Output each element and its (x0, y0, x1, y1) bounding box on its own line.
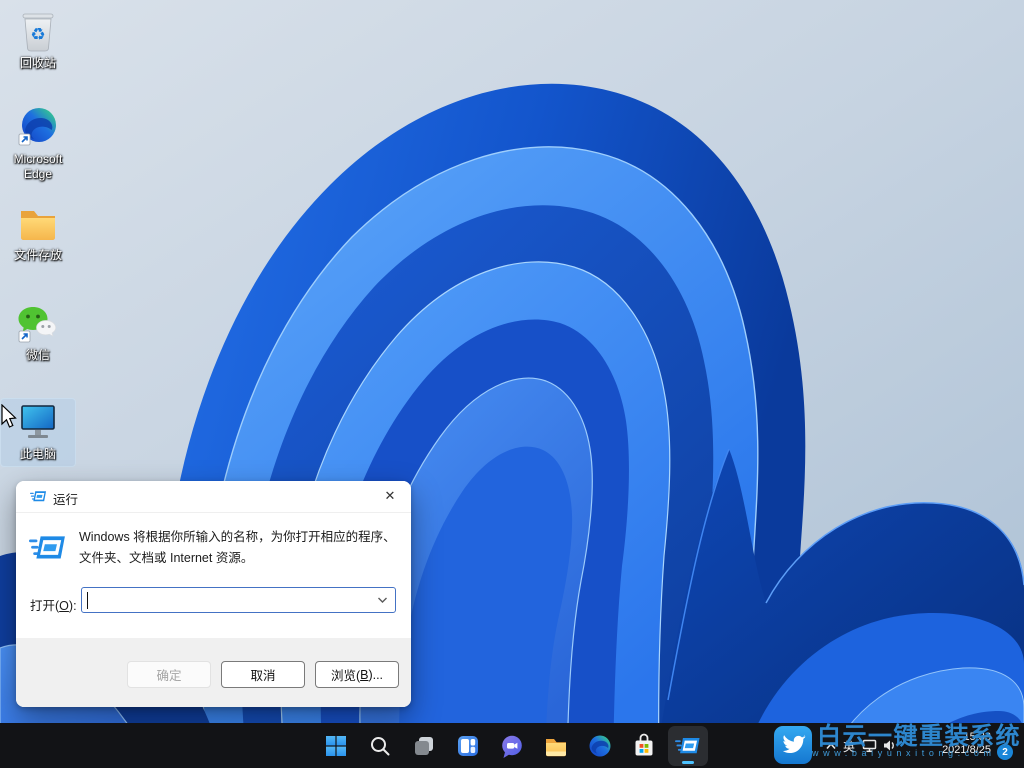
desktop-icon-files[interactable]: 文件存放 (1, 200, 75, 263)
microsoft-store-icon (632, 733, 656, 759)
taskbar-run-active[interactable] (668, 726, 708, 766)
tray-date: 2021/8/25 (942, 744, 991, 757)
desktop-icon-recycle-bin[interactable]: ♻ 回收站 (1, 8, 75, 71)
network-display-icon[interactable] (862, 739, 879, 753)
desktop-icon-label: 文件存放 (1, 248, 75, 263)
search-icon (368, 734, 392, 758)
volume-icon[interactable] (883, 739, 897, 752)
run-icon (675, 735, 701, 757)
chat-button[interactable] (490, 723, 534, 768)
search-button[interactable] (358, 723, 402, 768)
notification-badge[interactable]: 2 (997, 744, 1013, 760)
mouse-cursor (0, 404, 17, 429)
svg-text:♻: ♻ (30, 25, 45, 44)
file-explorer-button[interactable] (534, 723, 578, 768)
run-dialog-titlebar[interactable]: 运行 ✕ (16, 481, 411, 513)
run-description-line1: Windows 将根据你所输入的名称，为你打开相应的程序、 (79, 526, 396, 545)
widgets-button[interactable] (446, 723, 490, 768)
desktop-icon-label: 此电脑 (1, 447, 75, 462)
chat-icon (499, 733, 525, 759)
taskbar-center-icons (314, 723, 710, 768)
run-description-line2: 文件夹、文档或 Internet 资源。 (79, 547, 253, 566)
text-caret (87, 592, 88, 609)
browse-button[interactable]: 浏览(B)... (315, 661, 399, 688)
desktop-icon-label: 回收站 (1, 56, 75, 71)
wechat-icon (15, 300, 61, 346)
ok-button[interactable]: 确定 (127, 661, 211, 688)
active-app-indicator (682, 761, 694, 764)
tray-clock[interactable]: 15:33 2021/8/25 (942, 731, 991, 757)
run-icon (29, 532, 67, 564)
run-dialog-title: 运行 (53, 489, 78, 508)
store-button[interactable] (622, 723, 666, 768)
run-dialog: 运行 ✕ Windows 将根据你所输入的名称，为你打开相应的程序、 文件夹、文… (16, 481, 411, 707)
windows-start-icon (324, 734, 348, 758)
file-explorer-icon (543, 733, 569, 759)
recycle-bin-icon: ♻ (16, 8, 60, 54)
folder-icon (16, 201, 60, 245)
cancel-button[interactable]: 取消 (221, 661, 305, 688)
run-input[interactable] (86, 590, 366, 610)
start-button[interactable] (314, 723, 358, 768)
edge-icon (587, 733, 613, 759)
run-window-icon (30, 489, 47, 504)
chevron-down-icon[interactable] (377, 596, 388, 604)
close-icon[interactable]: ✕ (375, 483, 405, 509)
desktop-icon-label: Microsoft Edge (1, 152, 75, 182)
edge-taskbar-button[interactable] (578, 723, 622, 768)
this-pc-icon (16, 401, 60, 443)
desktop-icon-edge[interactable]: Microsoft Edge (1, 104, 75, 182)
run-dialog-footer: 确定 取消 浏览(B)... (16, 638, 411, 707)
tray-chevron-up-icon[interactable] (824, 741, 838, 751)
desktop-icon-label: 微信 (1, 348, 75, 363)
widgets-icon (456, 734, 480, 758)
desktop-icon-wechat[interactable]: 微信 (1, 300, 75, 363)
ime-indicator[interactable]: 英 (843, 738, 855, 755)
tray-time: 15:33 (942, 731, 991, 744)
taskbar: 英 15:33 2021/8/25 2 (0, 723, 1024, 768)
open-label: 打开(O): (30, 595, 77, 614)
task-view-button[interactable] (402, 723, 446, 768)
run-combobox[interactable] (81, 587, 396, 613)
edge-icon (15, 104, 61, 150)
task-view-icon (412, 734, 436, 758)
